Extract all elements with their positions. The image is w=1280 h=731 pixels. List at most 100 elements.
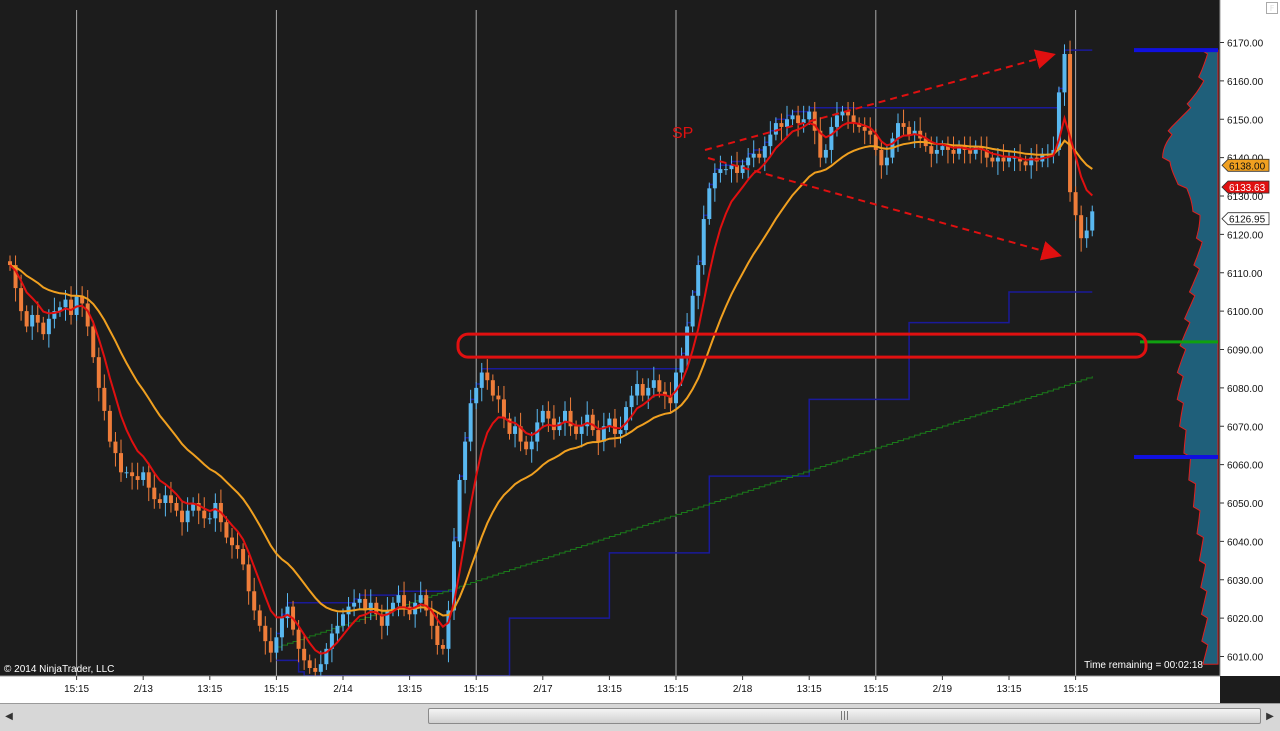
candle-body: [418, 595, 423, 603]
candle-body: [279, 618, 284, 638]
candle-body: [152, 487, 157, 500]
candle-body: [1073, 192, 1078, 216]
chart-corner-button[interactable]: F: [1266, 2, 1278, 14]
x-tick-label: 13:15: [797, 684, 822, 695]
candle-body: [252, 591, 257, 611]
price-markers: 6138.00 6133.63 6126.95: [1221, 158, 1270, 226]
y-tick-label: 6050.00: [1227, 499, 1264, 510]
candle-body: [629, 395, 634, 408]
candle-body: [540, 410, 545, 423]
y-tick-label: 6150.00: [1227, 115, 1264, 126]
candle-body: [513, 426, 518, 434]
candle-body: [341, 614, 345, 626]
candle-body: [696, 265, 701, 296]
y-tick-label: 6080.00: [1227, 384, 1264, 395]
candle-body: [646, 387, 651, 396]
candle-body: [529, 441, 534, 450]
candle-body: [230, 537, 234, 546]
price-chart[interactable]: SP 6010.00 6020.00 6030.00 6040.00 6050.00 60…: [0, 0, 1280, 703]
price-marker-label: 6138.00: [1229, 161, 1266, 172]
candle-body: [302, 648, 307, 661]
candle-body: [180, 510, 185, 523]
x-tick-label: 15:15: [663, 684, 688, 695]
candle-body: [951, 149, 956, 154]
x-tick-label: 2/18: [733, 684, 753, 695]
candle-body: [751, 153, 756, 158]
candle-body: [1068, 54, 1073, 193]
candle-body: [8, 261, 12, 266]
candle-body: [746, 157, 751, 166]
candle-body: [307, 660, 312, 669]
candle-body: [490, 380, 495, 396]
candle-body: [546, 410, 551, 419]
candle-body: [785, 119, 789, 127]
candle-body: [163, 495, 168, 503]
candle-body: [879, 149, 884, 166]
price-axis[interactable]: [1220, 0, 1280, 676]
candle-body: [235, 545, 240, 550]
candle-body: [457, 479, 462, 542]
candle-body: [168, 495, 173, 503]
candle-body: [901, 123, 906, 127]
candle-body: [268, 641, 273, 653]
candle-body: [357, 598, 362, 603]
candle-body: [740, 165, 745, 173]
candle-body: [657, 380, 662, 392]
candle-body: [896, 123, 900, 139]
candle-body: [768, 134, 773, 147]
candle-body: [823, 149, 828, 158]
scroll-grip-icon: |||: [839, 711, 850, 721]
candle-body: [707, 188, 712, 220]
scroll-thumb[interactable]: |||: [428, 708, 1261, 724]
candle-body: [618, 430, 623, 434]
candle-body: [757, 153, 762, 158]
candle-body: [790, 115, 795, 120]
scroll-right-arrow-icon[interactable]: ▶: [1263, 709, 1277, 725]
x-tick-label: 13:15: [397, 684, 422, 695]
candle-body: [241, 549, 246, 565]
candle-body: [596, 430, 601, 442]
x-tick-label: 15:15: [464, 684, 489, 695]
candle-body: [124, 472, 129, 474]
horizontal-scrollbar[interactable]: ◀ ||| ▶: [0, 703, 1280, 731]
candle-body: [246, 564, 251, 592]
candle-body: [257, 610, 262, 626]
candle-body: [501, 399, 506, 419]
candle-body: [274, 637, 279, 653]
scroll-left-arrow-icon[interactable]: ◀: [2, 709, 16, 725]
y-tick-label: 6040.00: [1227, 537, 1264, 548]
candle-body: [968, 149, 973, 154]
candle-body: [496, 395, 501, 400]
candle-body: [96, 357, 101, 388]
x-tick-label: 15:15: [264, 684, 289, 695]
candle-body: [41, 322, 46, 335]
candle-body: [463, 441, 468, 480]
candle-body: [840, 111, 845, 116]
candle-body: [796, 115, 801, 124]
candle-body: [862, 126, 867, 131]
x-tick-label: 2/14: [333, 684, 353, 695]
candle-body: [102, 387, 107, 411]
candle-body: [468, 403, 473, 442]
x-tick-label: 2/13: [133, 684, 153, 695]
candle-body: [907, 126, 912, 135]
candle-body: [990, 157, 995, 162]
candle-body: [1084, 230, 1089, 239]
y-tick-label: 6010.00: [1227, 653, 1264, 664]
candle-body: [524, 441, 529, 450]
candle-body: [479, 372, 484, 388]
candle-body: [263, 625, 268, 642]
candle-body: [762, 146, 767, 158]
candle-body: [119, 453, 123, 473]
candle-body: [934, 149, 939, 154]
y-tick-label: 6070.00: [1227, 422, 1264, 433]
candle-body: [146, 472, 151, 488]
price-marker-label: 6133.63: [1229, 183, 1266, 194]
y-tick-label: 6160.00: [1227, 77, 1264, 88]
candle-body: [690, 295, 695, 327]
candle-body: [1062, 54, 1067, 93]
candle-body: [1007, 157, 1011, 162]
candle-body: [296, 629, 301, 649]
x-tick-label: 15:15: [863, 684, 888, 695]
candle-body: [440, 644, 445, 649]
